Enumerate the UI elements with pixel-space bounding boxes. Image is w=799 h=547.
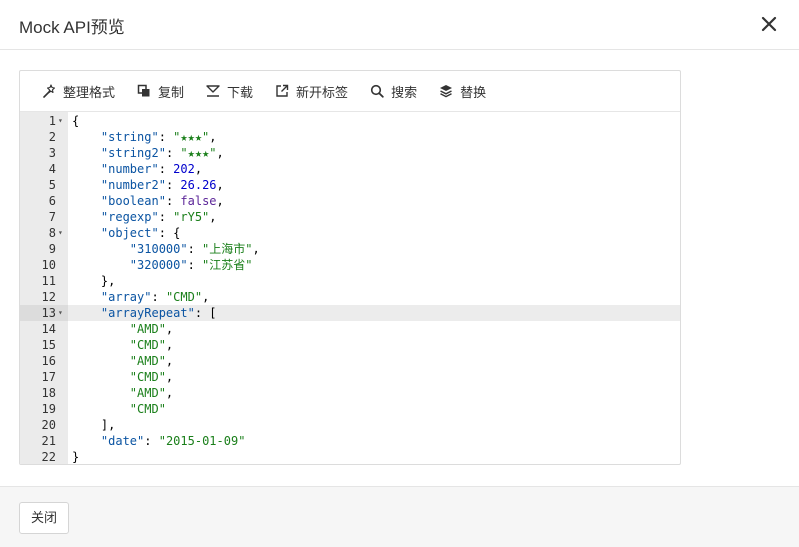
code-line[interactable]: 6 "boolean": false, bbox=[20, 193, 680, 209]
line-number: 4 bbox=[48, 162, 56, 176]
search-button[interactable]: 搜索 bbox=[370, 82, 417, 101]
line-text: }, bbox=[72, 274, 116, 288]
line-number: 1 bbox=[48, 114, 56, 128]
line-number: 12 bbox=[41, 290, 56, 304]
download-label: 下载 bbox=[227, 84, 254, 100]
close-button[interactable]: 关闭 bbox=[19, 502, 69, 534]
line-number: 6 bbox=[48, 194, 56, 208]
format-label: 整理格式 bbox=[63, 84, 116, 100]
line-number: 21 bbox=[41, 434, 56, 448]
line-number: 13 bbox=[41, 306, 56, 320]
code-line[interactable]: 7 "regexp": "rY5", bbox=[20, 209, 680, 225]
replace-label: 替换 bbox=[460, 84, 487, 100]
editor-toolbar: 整理格式 复制 下载 新开标签 搜索 替换 bbox=[20, 71, 680, 112]
download-button[interactable]: 下载 bbox=[206, 82, 253, 101]
line-number: 9 bbox=[48, 242, 56, 256]
fold-toggle-icon[interactable]: ▾ bbox=[58, 113, 66, 129]
code-line[interactable]: 8 ▾ "object": { bbox=[20, 225, 680, 241]
line-number: 10 bbox=[41, 258, 56, 272]
search-label: 搜索 bbox=[391, 84, 418, 100]
code-line[interactable]: 15 "CMD", bbox=[20, 337, 680, 353]
line-number: 5 bbox=[48, 178, 56, 192]
line-text: "boolean": false, bbox=[100, 194, 224, 208]
format-button[interactable]: 整理格式 bbox=[42, 82, 115, 101]
line-number: 20 bbox=[41, 418, 56, 432]
code-line[interactable]: 16 "AMD", bbox=[20, 353, 680, 369]
copy-label: 复制 bbox=[158, 84, 185, 100]
line-number: 19 bbox=[41, 402, 56, 416]
line-text: "regexp": "rY5", bbox=[100, 210, 217, 224]
line-text: "number": 202, bbox=[100, 162, 203, 176]
code-line[interactable]: 20 ], bbox=[20, 417, 680, 433]
line-number: 16 bbox=[41, 354, 56, 368]
code-line[interactable]: 21 "date": "2015-01-09" bbox=[20, 433, 680, 449]
modal-title: Mock API预览 bbox=[19, 18, 125, 37]
open-new-tab-button[interactable]: 新开标签 bbox=[275, 82, 348, 101]
line-text: "310000": "上海市", bbox=[129, 242, 260, 256]
line-number: 7 bbox=[48, 210, 56, 224]
layers-icon bbox=[439, 84, 453, 98]
line-text: "AMD", bbox=[129, 322, 174, 336]
code-line[interactable]: 2 "string": "★★★", bbox=[20, 129, 680, 145]
fold-toggle-icon[interactable]: ▾ bbox=[58, 225, 66, 241]
line-text: "CMD", bbox=[129, 370, 174, 384]
replace-button[interactable]: 替换 bbox=[439, 82, 486, 101]
line-text: "number2": 26.26, bbox=[100, 178, 224, 192]
line-text: "CMD", bbox=[129, 338, 174, 352]
fold-toggle-icon[interactable]: ▾ bbox=[58, 305, 66, 321]
code-line[interactable]: 5 "number2": 26.26, bbox=[20, 177, 680, 193]
line-text: "arrayRepeat": [ bbox=[100, 306, 217, 320]
external-link-icon bbox=[275, 84, 289, 98]
magic-wand-icon bbox=[42, 84, 56, 98]
modal-footer: 关闭 bbox=[0, 486, 799, 547]
code-area[interactable]: 1 ▾{2 "string": "★★★", 3 "string2": "★★★",… bbox=[20, 112, 680, 464]
search-icon bbox=[370, 84, 384, 98]
copy-icon bbox=[137, 84, 151, 98]
line-number: 3 bbox=[48, 146, 56, 160]
line-text: "AMD", bbox=[129, 354, 174, 368]
code-line[interactable]: 3 "string2": "★★★", bbox=[20, 145, 680, 161]
close-icon[interactable] bbox=[757, 12, 781, 36]
code-line[interactable]: 14 "AMD", bbox=[20, 321, 680, 337]
code-line[interactable]: 1 ▾ { bbox=[20, 113, 680, 129]
line-text: { bbox=[72, 114, 80, 128]
line-number: 8 bbox=[48, 226, 56, 240]
download-icon bbox=[206, 84, 220, 98]
line-text: "string2": "★★★", bbox=[100, 146, 224, 160]
line-text: "object": { bbox=[100, 226, 181, 240]
line-text: "date": "2015-01-09" bbox=[100, 434, 246, 448]
code-line[interactable]: 12 "array": "CMD", bbox=[20, 289, 680, 305]
line-number: 14 bbox=[41, 322, 56, 336]
line-number: 11 bbox=[41, 274, 56, 288]
copy-button[interactable]: 复制 bbox=[137, 82, 184, 101]
code-line[interactable]: 9 "310000": "上海市", bbox=[20, 241, 680, 257]
open-new-tab-label: 新开标签 bbox=[296, 84, 349, 100]
line-text: "AMD", bbox=[129, 386, 174, 400]
line-text: "string": "★★★", bbox=[100, 130, 217, 144]
modal-header: Mock API预览 bbox=[0, 0, 799, 50]
code-line[interactable]: 4 "number": 202, bbox=[20, 161, 680, 177]
code-line[interactable]: 10 "320000": "江苏省" bbox=[20, 257, 680, 273]
line-number: 22 bbox=[41, 450, 56, 464]
code-line[interactable]: 11 }, bbox=[20, 273, 680, 289]
line-text: "array": "CMD", bbox=[100, 290, 210, 304]
line-text: "CMD" bbox=[129, 402, 166, 416]
line-number: 2 bbox=[48, 130, 56, 144]
line-text: ], bbox=[72, 418, 116, 432]
json-editor[interactable]: 整理格式 复制 下载 新开标签 搜索 替换 1 ▾ {2 "string": … bbox=[19, 70, 681, 465]
line-number: 15 bbox=[41, 338, 56, 352]
line-text: } bbox=[72, 450, 80, 464]
code-line[interactable]: 18 "AMD", bbox=[20, 385, 680, 401]
code-lines: 1 ▾{2 "string": "★★★", 3 "string2": "★★★",… bbox=[20, 113, 680, 464]
line-number: 18 bbox=[41, 386, 56, 400]
line-number: 17 bbox=[41, 370, 56, 384]
code-line[interactable]: 17 "CMD", bbox=[20, 369, 680, 385]
line-text: "320000": "江苏省" bbox=[129, 258, 253, 272]
code-line[interactable]: 13 ▾ "arrayRepeat": [ bbox=[20, 305, 680, 321]
code-line[interactable]: 22} bbox=[20, 449, 680, 464]
code-line[interactable]: 19 "CMD" bbox=[20, 401, 680, 417]
